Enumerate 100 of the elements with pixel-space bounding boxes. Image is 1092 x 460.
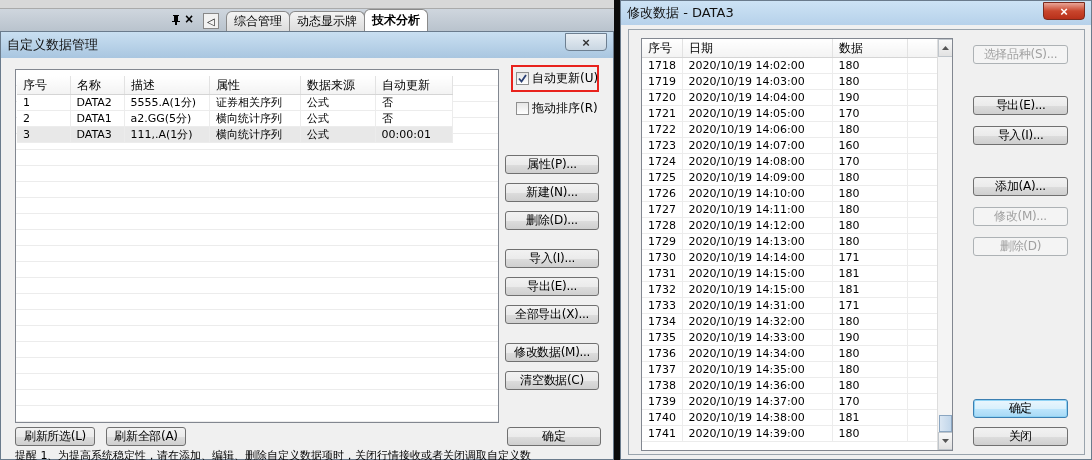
table-cell: 5555.A(1分) <box>124 94 209 111</box>
table-cell: 2020/10/19 14:38:00 <box>682 409 832 426</box>
action-button[interactable]: 属性(P)... <box>505 155 599 174</box>
table-cell: 横向统计序列 <box>209 110 300 127</box>
table-cell: 180 <box>832 121 907 138</box>
action-button[interactable]: 删除(D)... <box>505 211 599 230</box>
table-cell: 1739 <box>642 393 682 410</box>
action-button[interactable]: 新建(N)... <box>505 183 599 202</box>
checkbox-label[interactable]: 拖动排序(R) <box>532 100 598 117</box>
table-cell: 181 <box>832 281 907 298</box>
table-cell: 公式 <box>300 94 375 111</box>
table-cell: 1721 <box>642 105 682 122</box>
scroll-up-icon[interactable] <box>942 46 949 50</box>
table-cell: 2020/10/19 14:14:00 <box>682 249 832 266</box>
table-cell: 180 <box>832 201 907 218</box>
ok-button[interactable]: 确定 <box>507 427 601 446</box>
column-header[interactable]: 序号 <box>642 39 682 58</box>
table-cell: 1740 <box>642 409 682 426</box>
table-cell: 2020/10/19 14:34:00 <box>682 345 832 362</box>
table-cell: 2020/10/19 14:33:00 <box>682 329 832 346</box>
table-cell: 1730 <box>642 249 682 266</box>
table-cell: 190 <box>832 89 907 106</box>
scroll-down-icon[interactable] <box>942 439 949 443</box>
action-button[interactable]: 导出(E)... <box>505 277 599 296</box>
table-cell: 180 <box>832 185 907 202</box>
table-cell: 2020/10/19 14:02:00 <box>682 57 832 74</box>
table-cell: 2020/10/19 14:36:00 <box>682 377 832 394</box>
action-button[interactable]: 清空数据(C) <box>505 371 599 390</box>
column-header[interactable]: 日期 <box>682 39 832 58</box>
scroll-thumb[interactable] <box>939 415 952 432</box>
table-cell: 2020/10/19 14:32:00 <box>682 313 832 330</box>
action-button[interactable]: 导出(E)... <box>973 96 1068 115</box>
table-cell: 1725 <box>642 169 682 186</box>
table-cell: 181 <box>832 409 907 426</box>
close-button[interactable]: × <box>565 33 607 51</box>
table-cell: 否 <box>375 110 452 127</box>
close-button[interactable]: × <box>1043 2 1085 20</box>
table-cell: 证券相关序列 <box>209 94 300 111</box>
table-cell: 1741 <box>642 425 682 442</box>
column-header[interactable]: 描述 <box>124 76 209 95</box>
table-cell: 180 <box>832 233 907 250</box>
table-cell: 190 <box>832 329 907 346</box>
table-cell: 1729 <box>642 233 682 250</box>
column-header[interactable]: 数据 <box>832 39 907 58</box>
refresh-button[interactable]: 刷新所选(L) <box>15 427 95 446</box>
table-cell: 否 <box>375 94 452 111</box>
tab[interactable]: 动态显示牌 <box>289 11 366 31</box>
action-button[interactable]: 修改数据(M)... <box>505 343 599 362</box>
tab-scroll-button[interactable]: ◁ <box>203 13 220 29</box>
checkbox[interactable] <box>516 102 529 115</box>
table-cell: 2020/10/19 14:10:00 <box>682 185 832 202</box>
table-cell: 2020/10/19 14:07:00 <box>682 137 832 154</box>
table-cell: 1734 <box>642 313 682 330</box>
table-cell: 180 <box>832 425 907 442</box>
action-button[interactable]: 导入(I)... <box>973 126 1068 145</box>
action-button[interactable]: 添加(A)... <box>973 177 1068 196</box>
table-cell: 180 <box>832 377 907 394</box>
column-header[interactable]: 自动更新 <box>375 76 452 95</box>
table-cell: DATA1 <box>70 110 124 127</box>
table-cell: 1728 <box>642 217 682 234</box>
pin-icon[interactable] <box>172 15 180 25</box>
ok-button[interactable]: 确定 <box>973 399 1068 418</box>
action-button[interactable]: 关闭 <box>973 427 1068 446</box>
table-cell: 180 <box>832 73 907 90</box>
table-cell: 1727 <box>642 201 682 218</box>
checkbox[interactable] <box>516 72 529 85</box>
tab[interactable]: 技术分析 <box>364 9 429 31</box>
column-header[interactable]: 名称 <box>70 76 124 95</box>
table-cell: 2020/10/19 14:03:00 <box>682 73 832 90</box>
close-icon[interactable]: × <box>185 12 194 26</box>
window-title: 自定义数据管理 <box>7 36 98 54</box>
column-header[interactable]: 属性 <box>209 76 300 95</box>
table-cell: 1722 <box>642 121 682 138</box>
table-cell: 2020/10/19 14:37:00 <box>682 393 832 410</box>
table-cell: 1731 <box>642 265 682 282</box>
table-cell: 160 <box>832 137 907 154</box>
window-title: 修改数据 - DATA3 <box>627 4 734 22</box>
checkbox-label[interactable]: 自动更新(U) <box>532 70 599 87</box>
scrollbar[interactable] <box>937 39 952 450</box>
table-cell: 180 <box>832 345 907 362</box>
table-cell: 公式 <box>300 110 375 127</box>
column-header[interactable]: 序号 <box>17 76 70 95</box>
table-cell: 180 <box>832 57 907 74</box>
refresh-button[interactable]: 刷新全部(A) <box>106 427 186 446</box>
table-cell: 2020/10/19 14:35:00 <box>682 361 832 378</box>
table-cell: 1736 <box>642 345 682 362</box>
action-button[interactable]: 全部导出(X)... <box>505 305 599 324</box>
table-cell: 1726 <box>642 185 682 202</box>
table-cell: 2020/10/19 14:15:00 <box>682 281 832 298</box>
table-cell: 171 <box>832 249 907 266</box>
table-cell: 2020/10/19 14:08:00 <box>682 153 832 170</box>
table-cell: 2020/10/19 14:13:00 <box>682 233 832 250</box>
action-button[interactable]: 导入(I)... <box>505 249 599 268</box>
table-cell: 2020/10/19 14:05:00 <box>682 105 832 122</box>
table-cell: 2020/10/19 14:11:00 <box>682 201 832 218</box>
table-cell: 1724 <box>642 153 682 170</box>
column-header[interactable]: 数据来源 <box>300 76 375 95</box>
table-cell: 1719 <box>642 73 682 90</box>
table-cell: 1 <box>17 94 70 111</box>
tab[interactable]: 综合管理 <box>226 11 291 31</box>
